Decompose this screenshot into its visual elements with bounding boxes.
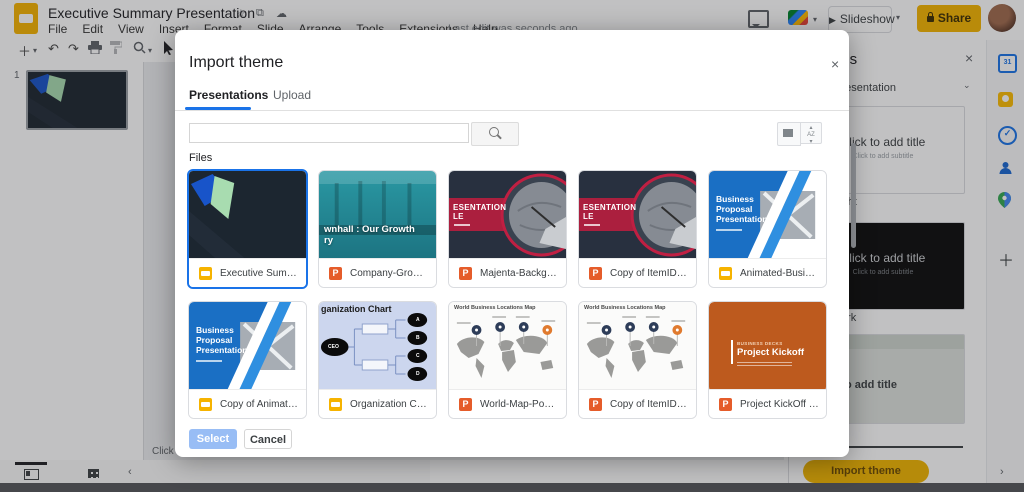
file-name-label: Majenta-Backgrou... xyxy=(480,268,566,279)
slides-file-icon xyxy=(329,398,342,411)
theme-file-card[interactable]: ganization Chart CEOAB CD Organization C… xyxy=(318,301,437,419)
tab-presentations[interactable]: Presentations xyxy=(189,88,268,102)
file-thumbnail: BUSINESS DECKS Project Kickoff xyxy=(709,302,826,392)
theme-file-card[interactable]: World Business Locations Map P World-Map… xyxy=(448,301,567,419)
google-slides-app: Executive Summary Presentation ☆ ⧉ ☁ Fil… xyxy=(0,0,1024,492)
powerpoint-file-icon: P xyxy=(589,398,602,411)
dialog-close-icon[interactable]: × xyxy=(831,56,839,72)
file-thumbnail: ESENTATIONLE xyxy=(579,171,696,261)
file-thumbnail: BusinessProposalPresentation xyxy=(709,171,826,261)
theme-file-card[interactable]: ESENTATIONLE P Majenta-Backgrou... xyxy=(448,170,567,288)
slides-file-icon xyxy=(199,267,212,280)
theme-file-card[interactable]: BUSINESS DECKS Project Kickoff P Project… xyxy=(708,301,827,419)
file-thumbnail: wnhall : Our Growthry xyxy=(319,171,436,261)
powerpoint-file-icon: P xyxy=(459,267,472,280)
file-thumbnail: World Business Locations Map xyxy=(579,302,696,392)
search-icon xyxy=(489,127,499,137)
tabs-divider xyxy=(175,110,849,111)
search-input[interactable] xyxy=(189,123,469,143)
file-name-label: Copy of Animated-... xyxy=(220,399,306,410)
file-name-label: Organization Char... xyxy=(350,399,436,410)
tab-upload[interactable]: Upload xyxy=(273,88,311,102)
file-name-label: Executive Summa... xyxy=(220,268,306,279)
theme-file-card[interactable]: World Business Locations Map P Copy of I… xyxy=(578,301,697,419)
file-thumbnail: World Business Locations Map xyxy=(449,302,566,392)
file-thumbnail xyxy=(189,171,306,261)
file-name-label: Copy of ItemID-12... xyxy=(610,399,696,410)
file-thumbnail: ganization Chart CEOAB CD xyxy=(319,302,436,392)
powerpoint-file-icon: P xyxy=(719,398,732,411)
slides-file-icon xyxy=(199,398,212,411)
theme-file-card[interactable]: Executive Summa... xyxy=(187,169,308,289)
slides-file-icon xyxy=(719,267,732,280)
file-thumbnail: BusinessProposalPresentation xyxy=(189,302,306,392)
file-name-label: World-Map-Power... xyxy=(480,399,566,410)
sort-az-button[interactable]: ▴AZ▾ xyxy=(800,122,822,144)
file-name-label: Copy of ItemID-10... xyxy=(610,268,696,279)
list-view-toggle-button[interactable] xyxy=(777,122,801,146)
sort-az-icon: ▴AZ▾ xyxy=(807,125,815,145)
theme-file-card[interactable]: BusinessProposalPresentation Animated-Bu… xyxy=(708,170,827,288)
files-section-label: Files xyxy=(189,152,212,164)
file-name-label: Animated-Busines... xyxy=(740,268,826,279)
file-thumbnail: ESENTATIONLE xyxy=(449,171,566,261)
theme-file-card[interactable]: BusinessProposalPresentation Copy of Ani… xyxy=(188,301,307,419)
file-grid: Executive Summa... wnhall : Our Growthry… xyxy=(188,170,827,419)
cancel-button[interactable]: Cancel xyxy=(244,429,292,449)
import-theme-dialog: Import theme × Presentations Upload ▴AZ▾… xyxy=(175,30,849,457)
powerpoint-file-icon: P xyxy=(589,267,602,280)
powerpoint-file-icon: P xyxy=(459,398,472,411)
powerpoint-file-icon: P xyxy=(329,267,342,280)
theme-file-card[interactable]: ESENTATIONLE P Copy of ItemID-10... xyxy=(578,170,697,288)
theme-file-card[interactable]: wnhall : Our Growthry P Company-Growth-.… xyxy=(318,170,437,288)
search-button[interactable] xyxy=(471,122,519,146)
select-button[interactable]: Select xyxy=(189,429,237,449)
dialog-title: Import theme xyxy=(189,54,283,72)
file-name-label: Company-Growth-... xyxy=(350,268,436,279)
file-name-label: Project KickOff Pr... xyxy=(740,399,826,410)
